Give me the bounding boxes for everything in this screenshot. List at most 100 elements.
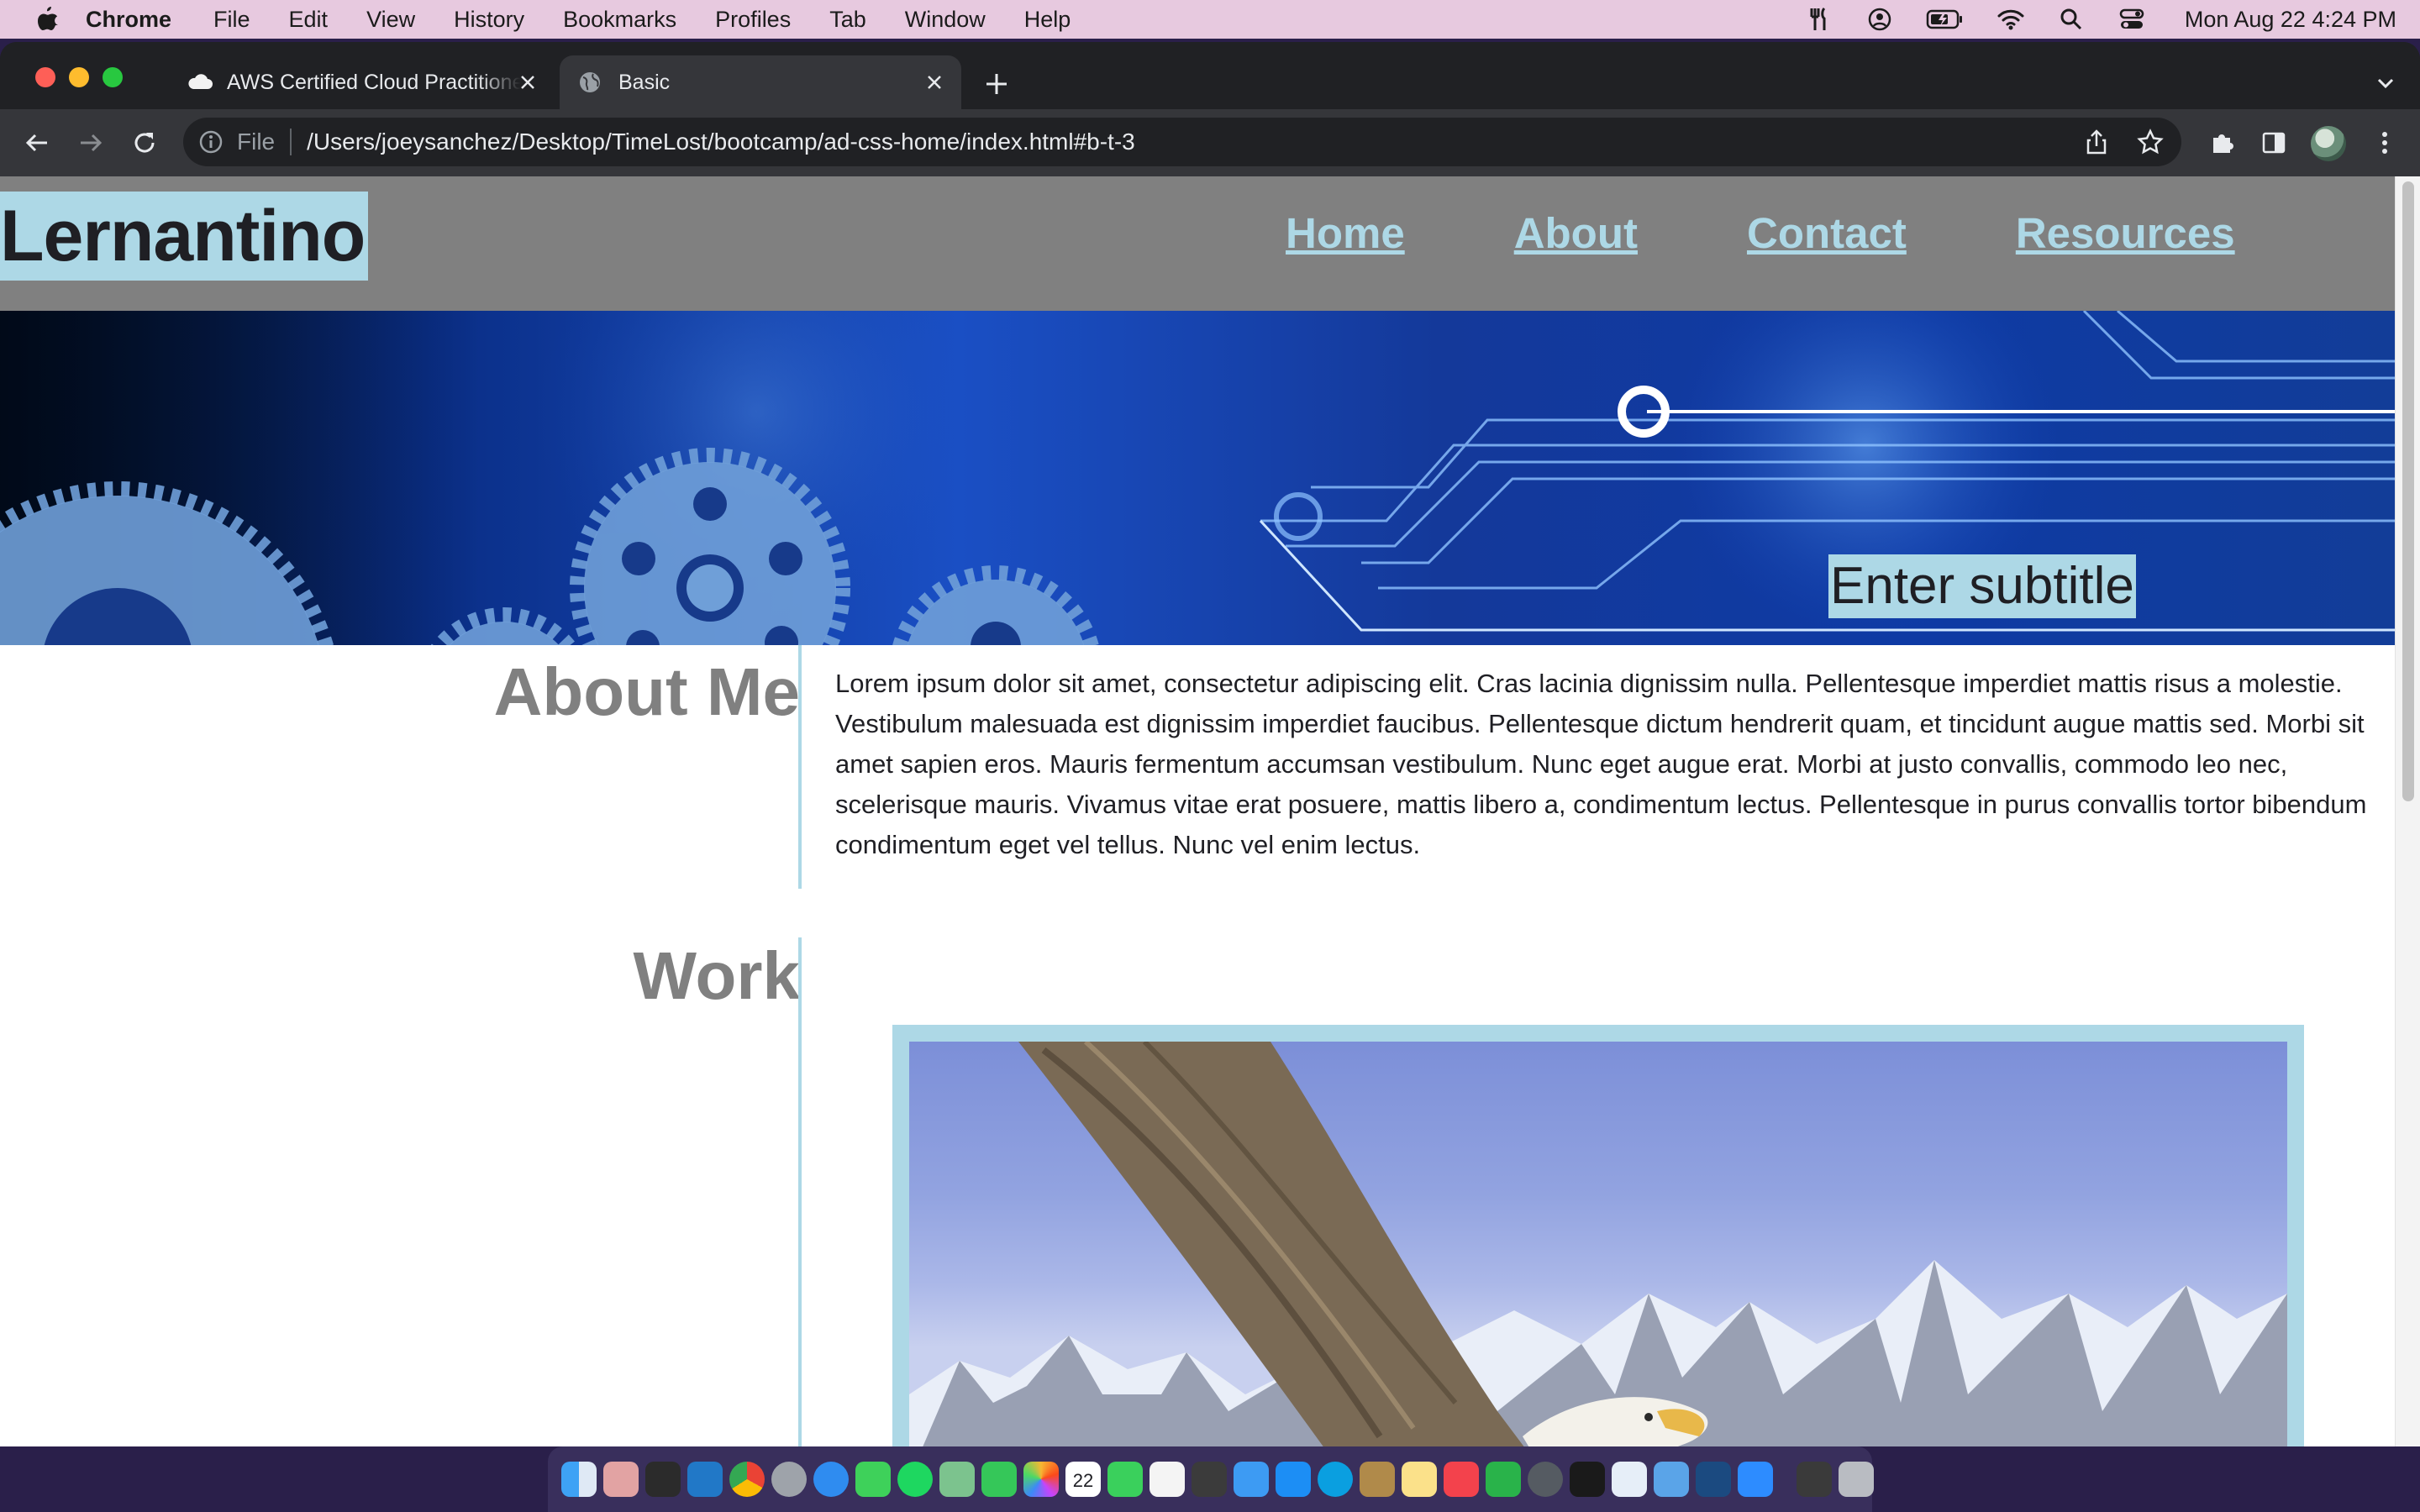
share-icon[interactable] [2082, 128, 2111, 156]
maximize-window-button[interactable] [103, 67, 123, 87]
safari-icon[interactable] [813, 1462, 849, 1497]
work-heading: Work [633, 938, 800, 1013]
findmy-icon[interactable] [981, 1462, 1017, 1497]
eagle-mountains-image [909, 1042, 2287, 1446]
activity-icon[interactable] [1528, 1462, 1563, 1497]
extensions-puzzle-icon[interactable] [2205, 126, 2238, 160]
url-text[interactable]: /Users/joeysanchez/Desktop/TimeLost/boot… [307, 129, 1135, 155]
battery-icon[interactable] [1926, 5, 1965, 34]
reminders-icon[interactable] [1150, 1462, 1185, 1497]
side-panel-icon[interactable] [2257, 126, 2291, 160]
work-image-frame[interactable] [892, 1025, 2304, 1446]
address-bar[interactable]: File /Users/joeysanchez/Desktop/TimeLost… [183, 118, 2181, 166]
tab-title: AWS Certified Cloud Practitioner [227, 70, 521, 94]
profile-avatar[interactable] [2311, 126, 2346, 161]
hero-banner: Enter subtitle [0, 311, 2395, 645]
macos-menu-bar: Chrome File Edit View History Bookmarks … [0, 0, 2420, 39]
forward-arrow-icon[interactable] [74, 126, 108, 160]
skype-icon[interactable] [1318, 1462, 1353, 1497]
menu-bookmarks[interactable]: Bookmarks [563, 7, 676, 33]
address-separator [290, 129, 292, 155]
control-center-icon[interactable] [2118, 5, 2146, 34]
tab-title: Basic [618, 70, 671, 94]
tab-strip: AWS Certified Cloud Practitioner Basic [0, 42, 2420, 109]
mysql-icon[interactable] [1696, 1462, 1731, 1497]
vscode-icon[interactable] [687, 1462, 723, 1497]
trash-icon[interactable] [1839, 1462, 1874, 1497]
browser-window: AWS Certified Cloud Practitioner Basic F… [0, 42, 2420, 1446]
fork-knife-icon[interactable] [1805, 5, 1833, 34]
menu-file[interactable]: File [213, 7, 250, 33]
notes-icon[interactable] [1402, 1462, 1437, 1497]
back-arrow-icon[interactable] [20, 126, 54, 160]
page-viewport: Lernantino Home About Contact Resources [0, 176, 2420, 1446]
site-logo: Lernantino [0, 192, 369, 281]
menu-edit[interactable]: Edit [289, 7, 329, 33]
messages-icon[interactable] [855, 1462, 891, 1497]
apple-icon[interactable] [34, 5, 60, 34]
maps-icon[interactable] [939, 1462, 975, 1497]
spotify-icon[interactable] [897, 1462, 933, 1497]
nav-link-about[interactable]: About [1514, 208, 1638, 258]
about-paragraph: Lorem ipsum dolor sit amet, consectetur … [835, 669, 2367, 859]
screenshots-icon[interactable] [1797, 1462, 1832, 1497]
zoom-icon[interactable] [1738, 1462, 1773, 1497]
tab-basic[interactable]: Basic [560, 55, 961, 109]
site-info-icon[interactable] [198, 129, 224, 155]
status-area: Mon Aug 22 4:24 PM [1773, 0, 2396, 39]
spotlight-search-icon[interactable] [2057, 5, 2086, 34]
about-section: About Me Lorem ipsum dolor sit amet, con… [0, 645, 2395, 889]
menu-history[interactable]: History [454, 7, 524, 33]
appstore-icon[interactable] [1276, 1462, 1311, 1497]
reload-icon[interactable] [128, 126, 161, 160]
menu-help[interactable]: Help [1024, 7, 1071, 33]
minimize-window-button[interactable] [69, 67, 89, 87]
menu-profiles[interactable]: Profiles [715, 7, 791, 33]
url-scheme-label: File [237, 129, 276, 155]
mail-icon[interactable] [1234, 1462, 1269, 1497]
menu-clock[interactable]: Mon Aug 22 4:24 PM [2185, 7, 2396, 33]
launchpad-icon[interactable] [603, 1462, 639, 1497]
photos-icon[interactable] [1023, 1462, 1059, 1497]
tab-aws-certified[interactable]: AWS Certified Cloud Practitioner [168, 55, 555, 109]
menu-app-name[interactable]: Chrome [86, 7, 171, 33]
bookmark-star-icon[interactable] [2136, 128, 2165, 156]
calculator-icon[interactable] [1192, 1462, 1227, 1497]
page-scrollbar[interactable] [2395, 176, 2420, 1446]
new-tab-plus-icon[interactable] [981, 69, 1012, 99]
more-menu-icon[interactable] [2368, 126, 2402, 160]
address-bar-actions [2057, 128, 2165, 156]
nav-link-home[interactable]: Home [1286, 208, 1405, 258]
terminal-icon[interactable] [645, 1462, 681, 1497]
news-icon[interactable] [1444, 1462, 1479, 1497]
xcode-icon[interactable] [1612, 1462, 1647, 1497]
close-tab-icon[interactable] [923, 71, 946, 94]
nav-link-resources[interactable]: Resources [2016, 208, 2235, 258]
facetime-icon[interactable] [1107, 1462, 1143, 1497]
about-divider [798, 645, 802, 889]
about-heading: About Me [493, 654, 800, 729]
chrome-icon[interactable] [729, 1462, 765, 1497]
menu-tab[interactable]: Tab [829, 7, 866, 33]
scrollbar-thumb[interactable] [2402, 181, 2414, 801]
hero-subtitle: Enter subtitle [1828, 554, 2136, 618]
site-nav: Home About Contact Resources [1286, 208, 2344, 258]
calendar-icon[interactable]: 22 [1065, 1462, 1101, 1497]
user-account-icon[interactable] [1865, 5, 1894, 34]
close-tab-icon[interactable] [516, 71, 539, 94]
menu-window[interactable]: Window [905, 7, 986, 33]
numbers-icon[interactable] [1486, 1462, 1521, 1497]
wifi-icon[interactable] [1996, 5, 2025, 34]
terminal2-icon[interactable] [1570, 1462, 1605, 1497]
tab-search-chevron-icon[interactable] [2373, 71, 2398, 96]
nav-link-contact[interactable]: Contact [1747, 208, 1907, 258]
browser-toolbar: File /Users/joeysanchez/Desktop/TimeLost… [0, 109, 2420, 176]
system-prefs-icon[interactable] [771, 1462, 807, 1497]
finder-icon[interactable] [561, 1462, 597, 1497]
preview-icon[interactable] [1654, 1462, 1689, 1497]
keychain-icon[interactable] [1360, 1462, 1395, 1497]
work-divider [798, 937, 802, 1446]
menu-view[interactable]: View [366, 7, 415, 33]
close-window-button[interactable] [35, 67, 55, 87]
site-header: Lernantino Home About Contact Resources [0, 176, 2395, 311]
